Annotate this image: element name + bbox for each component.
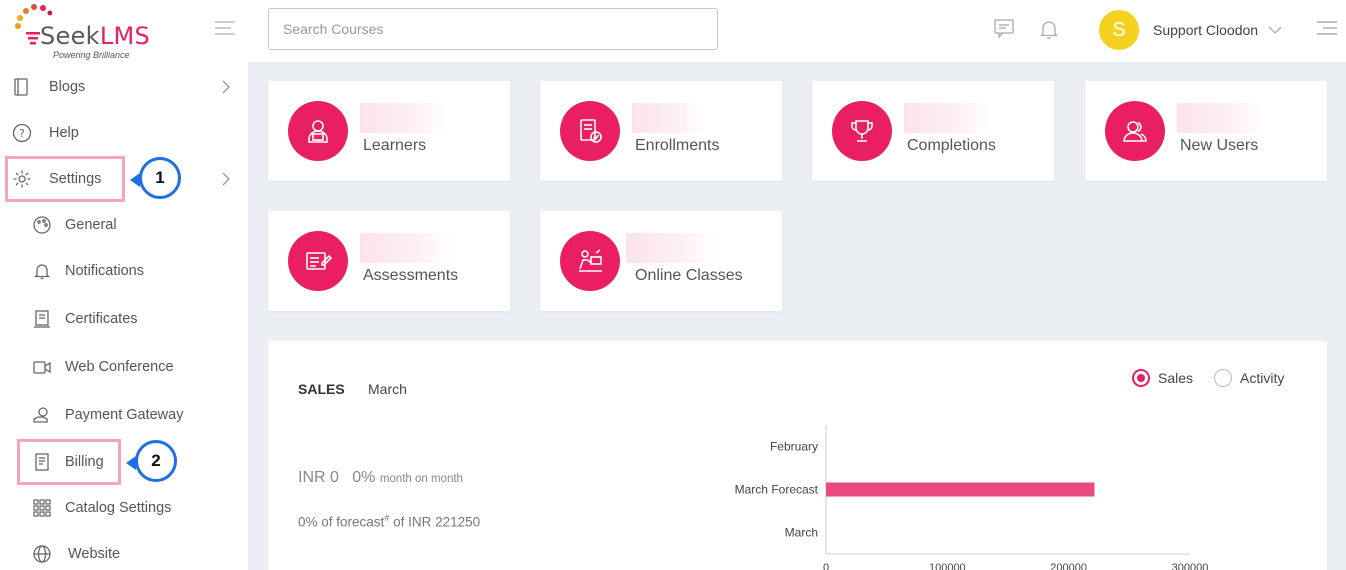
- trophy-icon: [832, 101, 892, 161]
- globe-icon: [32, 544, 52, 564]
- seeklms-logo[interactable]: SeekLMS Powering Brilliance: [10, 2, 170, 62]
- billing-highlight: [17, 439, 121, 485]
- sidebar: SeekLMS Powering Brilliance Blogs ? Help…: [0, 0, 248, 570]
- chevron-right-icon: [220, 79, 232, 100]
- svg-text:?: ?: [19, 127, 25, 140]
- category-label: March: [785, 526, 818, 540]
- chevron-down-icon[interactable]: [1268, 22, 1282, 40]
- bell-icon: [32, 261, 52, 281]
- callout-1: 1: [130, 157, 181, 199]
- online-class-icon: [560, 231, 620, 291]
- category-label: March Forecast: [735, 483, 819, 497]
- enrollment-icon: [560, 101, 620, 161]
- menu-lines-icon[interactable]: [1316, 20, 1338, 43]
- tick-label: 200000: [1050, 562, 1087, 570]
- radio-selected-icon: [1132, 369, 1150, 387]
- callout-2: 2: [126, 440, 177, 482]
- redacted-value: [360, 233, 452, 263]
- card-learners[interactable]: Learners: [268, 81, 510, 181]
- redacted-value: [360, 103, 446, 133]
- category-label: February: [770, 440, 818, 454]
- amount-value: INR 0: [298, 469, 339, 486]
- tick-label: 0: [823, 562, 829, 570]
- logo-wordmark: SeekLMS: [40, 22, 151, 50]
- avatar[interactable]: S: [1099, 10, 1139, 50]
- forecast-prefix: 0% of forecast: [298, 514, 385, 530]
- sidebar-item-label: Notifications: [65, 263, 144, 279]
- radio-sales-label: Sales: [1158, 370, 1194, 386]
- sidebar-item-label: Web Conference: [65, 359, 174, 375]
- change-value: 0%: [352, 469, 376, 486]
- menu-toggle-icon[interactable]: [214, 19, 236, 39]
- bar-march-forecast: [826, 482, 1095, 497]
- bell-icon[interactable]: [1039, 18, 1059, 45]
- card-label: Completions: [907, 137, 996, 154]
- tick-label: 300000: [1172, 562, 1209, 570]
- card-label: Assessments: [363, 267, 459, 284]
- radio-sales[interactable]: Sales: [1132, 369, 1193, 387]
- avatar-letter: S: [1112, 18, 1126, 41]
- settings-highlight: [5, 156, 125, 202]
- card-label: Learners: [363, 137, 427, 154]
- book-icon: [12, 77, 32, 97]
- video-icon: [32, 357, 52, 377]
- user-name[interactable]: Support Cloodon: [1153, 22, 1258, 38]
- top-header: S Support Cloodon: [248, 0, 1346, 62]
- redacted-value: [626, 233, 714, 263]
- sidebar-item-notifications[interactable]: Notifications: [0, 253, 248, 289]
- redacted-value: [632, 103, 704, 133]
- help-icon: ?: [12, 123, 32, 143]
- sales-amount: INR 0 0% month on month: [298, 469, 463, 487]
- palette-icon: [32, 215, 52, 235]
- redacted-value: [1177, 103, 1263, 133]
- tab-sales[interactable]: SALES: [298, 381, 345, 397]
- sidebar-item-catalog-settings[interactable]: Catalog Settings: [0, 490, 248, 526]
- payment-icon: [32, 405, 52, 425]
- sidebar-item-payment-gateway[interactable]: Payment Gateway: [0, 397, 248, 433]
- radio-activity[interactable]: Activity: [1214, 369, 1284, 387]
- sidebar-item-blogs[interactable]: Blogs: [0, 69, 248, 105]
- radio-activity-label: Activity: [1240, 370, 1285, 386]
- sidebar-item-website[interactable]: Website: [0, 536, 248, 570]
- card-new-users[interactable]: New Users: [1085, 81, 1327, 181]
- chat-icon[interactable]: [993, 18, 1015, 45]
- sales-panel: SALES March Sales Activity INR 0 0% mont…: [268, 341, 1327, 570]
- users-icon: [1105, 101, 1165, 161]
- sidebar-item-web-conference[interactable]: Web Conference: [0, 349, 248, 385]
- change-note: month on month: [379, 473, 463, 485]
- chevron-right-icon: [220, 171, 232, 192]
- card-online-classes[interactable]: Online Classes: [540, 211, 782, 311]
- sidebar-item-certificates[interactable]: Certificates: [0, 301, 248, 337]
- sidebar-item-help[interactable]: ? Help: [0, 115, 248, 151]
- assessment-icon: [288, 231, 348, 291]
- card-label: New Users: [1180, 137, 1259, 154]
- grid-icon: [32, 498, 52, 518]
- forecast-suffix: of INR 221250: [389, 514, 481, 530]
- tab-month[interactable]: March: [368, 381, 407, 397]
- sidebar-item-label: Catalog Settings: [65, 500, 172, 516]
- card-label: Online Classes: [635, 267, 743, 284]
- sidebar-item-label: Blogs: [49, 79, 86, 95]
- redacted-value: [904, 103, 990, 133]
- tick-label: 100000: [929, 562, 966, 570]
- logo-tagline: Powering Brilliance: [53, 50, 130, 60]
- sidebar-item-label: Certificates: [65, 311, 138, 327]
- radio-unselected-icon: [1214, 369, 1232, 387]
- card-enrollments[interactable]: Enrollments: [540, 81, 782, 181]
- sidebar-item-label: General: [65, 217, 117, 233]
- learner-icon: [288, 101, 348, 161]
- forecast-text: 0% of forecast# of INR 221250: [298, 513, 480, 530]
- sidebar-item-label: Website: [68, 546, 121, 562]
- card-assessments[interactable]: Assessments: [268, 211, 510, 311]
- sidebar-item-general[interactable]: General: [0, 207, 248, 243]
- sidebar-item-label: Help: [49, 125, 79, 141]
- certificate-icon: [32, 309, 52, 329]
- card-label: Enrollments: [635, 137, 720, 154]
- sidebar-item-label: Payment Gateway: [65, 407, 184, 423]
- sales-bar-chart: February March Forecast March 0 100000 200000…: [735, 425, 1209, 570]
- card-completions[interactable]: Completions: [812, 81, 1054, 181]
- search-input[interactable]: [268, 8, 718, 50]
